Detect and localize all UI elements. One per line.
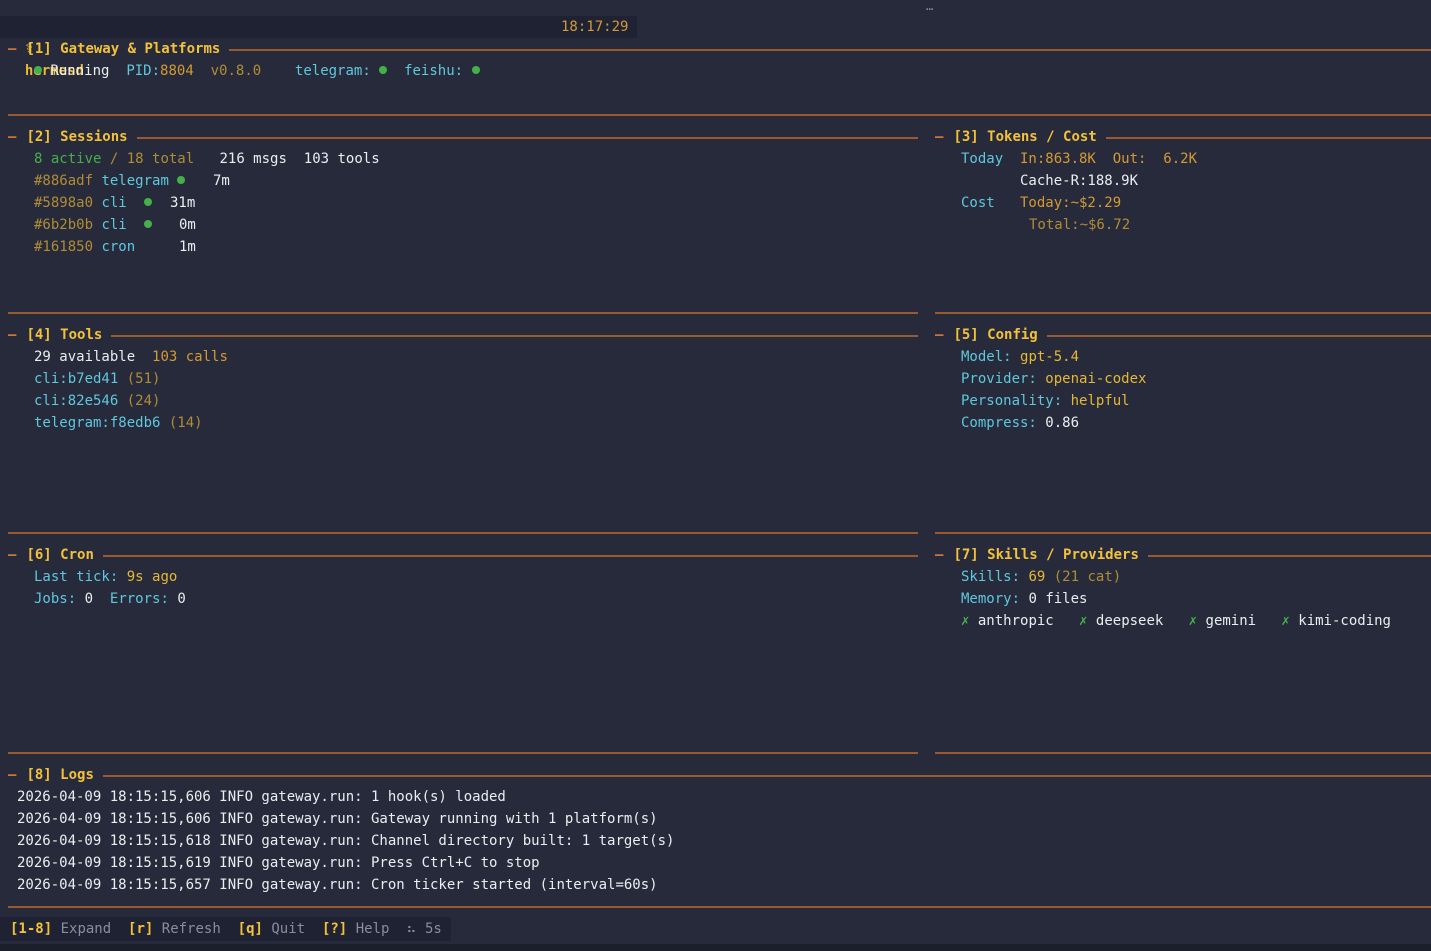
tokens-in-out: In:863.8K Out: 6.2K bbox=[1020, 148, 1197, 170]
session-row[interactable]: #5898a0 cli bbox=[34, 192, 152, 214]
log-line: 2026-04-09 18:15:15,657 INFO gateway.run… bbox=[17, 877, 658, 893]
tools-panel-title: [4] Tools bbox=[26, 327, 103, 343]
quit-shortcut[interactable]: [q] Quit bbox=[238, 921, 305, 937]
sessions-panel-bottom-border bbox=[8, 312, 918, 314]
tools-panel-header[interactable]: – [4] Tools bbox=[8, 324, 918, 346]
provider-kimi-coding: kimi-coding bbox=[1298, 613, 1391, 629]
log-line: 2026-04-09 18:15:15,606 INFO gateway.run… bbox=[17, 811, 658, 827]
sessions-active: 8 active bbox=[34, 151, 102, 167]
tokens-panel-bottom-border bbox=[935, 312, 1431, 314]
sessions-msgs: 216 msgs bbox=[219, 151, 287, 167]
cron-jobs-errors: Jobs: 0 Errors: 0 bbox=[34, 591, 186, 607]
memory-count: Memory: 0 files bbox=[961, 591, 1088, 607]
cost-today: Today:~$2.29 bbox=[1020, 195, 1122, 211]
online-dot-icon bbox=[143, 220, 152, 228]
tokens-out: 6.2K bbox=[1163, 151, 1198, 167]
skills-panel-header[interactable]: – [7] Skills / Providers bbox=[935, 544, 1431, 566]
config-compress: Compress: 0.86 bbox=[961, 415, 1080, 431]
provider-gemini: gemini bbox=[1205, 613, 1257, 629]
session-time: 1m bbox=[179, 239, 196, 255]
refresh-interval: 5s bbox=[424, 921, 442, 937]
footer-keys: [1-8] Expand [r] Refresh [q] Quit [?] He… bbox=[10, 918, 442, 940]
gateway-status-row: Running PID:8804 v0.8.0 telegram: feishu… bbox=[34, 60, 480, 82]
tokens-panel-header[interactable]: – [3] Tokens / Cost bbox=[935, 126, 1431, 148]
sessions-summary: 8 active / 18 total 216 msgs 103 tools bbox=[34, 148, 380, 170]
logs-panel-header[interactable]: – [8] Logs bbox=[8, 764, 1431, 786]
spinner-icon: ⠦ bbox=[406, 921, 417, 937]
cross-icon: ✗ bbox=[1188, 613, 1198, 629]
session-row[interactable]: #6b2b0b cli bbox=[34, 214, 152, 236]
cron-last-tick: Last tick: 9s ago bbox=[34, 569, 178, 585]
more-menu-icon[interactable]: ⋯ bbox=[926, 0, 933, 18]
logs-panel-title: [8] Logs bbox=[26, 767, 94, 783]
tool-item[interactable]: cli:82e546 (24) bbox=[34, 390, 160, 412]
tools-summary: 29 available 103 calls bbox=[34, 346, 228, 368]
log-line: 2026-04-09 18:15:15,619 INFO gateway.run… bbox=[17, 855, 540, 871]
sessions-tools: 103 tools bbox=[303, 151, 380, 167]
config-model: Model: gpt-5.4 bbox=[961, 349, 1080, 365]
log-line: 2026-04-09 18:15:15,618 INFO gateway.run… bbox=[17, 833, 675, 849]
session-row[interactable]: #161850 cron bbox=[34, 236, 135, 258]
tokens-out-label: Out: bbox=[1112, 151, 1147, 167]
tokens-in: In:863.8K bbox=[1020, 151, 1096, 167]
gateway-panel-header[interactable]: – [1] Gateway & Platforms bbox=[8, 38, 1431, 60]
tool-item[interactable]: cli:b7ed41 (51) bbox=[34, 368, 160, 390]
pid-value: 8804 bbox=[160, 63, 194, 79]
provider-deepseek: deepseek bbox=[1095, 613, 1164, 629]
cron-panel-title: [6] Cron bbox=[26, 547, 94, 563]
tools-calls: 103 calls bbox=[152, 349, 228, 365]
platform-feishu: feishu: bbox=[404, 63, 464, 79]
telegram-status-dot-icon bbox=[379, 66, 388, 74]
cron-panel-bottom-border bbox=[8, 752, 918, 754]
skills-count: Skills: 69 (21 cat) bbox=[961, 569, 1122, 585]
session-row[interactable]: #886adf telegram bbox=[34, 170, 186, 192]
clock: 18:17:29 bbox=[561, 19, 629, 35]
platform-telegram: telegram: bbox=[294, 63, 371, 79]
help-shortcut[interactable]: [?] Help bbox=[322, 921, 389, 937]
gateway-panel-bottom-border bbox=[8, 114, 1431, 116]
config-panel-title: [5] Config bbox=[953, 327, 1038, 343]
status-dot-icon bbox=[34, 66, 42, 74]
cross-icon: ✗ bbox=[1281, 613, 1290, 629]
sessions-total: / 18 total bbox=[109, 151, 195, 167]
feishu-status-dot-icon bbox=[471, 66, 480, 74]
bottom-strip bbox=[0, 944, 1431, 951]
tool-item[interactable]: telegram:f8edb6 (14) bbox=[34, 412, 203, 434]
online-dot-icon bbox=[143, 198, 152, 206]
session-time: 0m bbox=[179, 217, 196, 233]
skills-panel-title: [7] Skills / Providers bbox=[953, 547, 1139, 563]
logs-panel-bottom-border bbox=[8, 906, 1431, 908]
pid-label: PID: bbox=[126, 63, 161, 79]
cost-label: Cost bbox=[961, 195, 995, 211]
sessions-panel-title: [2] Sessions bbox=[26, 129, 128, 145]
config-panel-bottom-border bbox=[935, 532, 1431, 534]
gateway-version: v0.8.0 bbox=[210, 63, 262, 79]
today-label: Today bbox=[961, 151, 1004, 167]
tools-available: 29 available bbox=[34, 349, 136, 365]
expand-shortcut[interactable]: [1-8] Expand bbox=[10, 921, 111, 937]
tokens-panel-title: [3] Tokens / Cost bbox=[953, 129, 1097, 145]
config-provider: Provider: openai-codex bbox=[961, 371, 1147, 387]
session-time: 7m bbox=[213, 173, 230, 189]
config-panel-header[interactable]: – [5] Config bbox=[935, 324, 1431, 346]
tools-panel-bottom-border bbox=[8, 532, 918, 534]
cost-total: Total:~$6.72 bbox=[1029, 217, 1131, 233]
session-time: 31m bbox=[170, 195, 196, 211]
refresh-shortcut[interactable]: [r] Refresh bbox=[128, 921, 221, 937]
gateway-panel-title: [1] Gateway & Platforms bbox=[26, 41, 221, 57]
online-dot-icon bbox=[177, 176, 186, 184]
tokens-cache: Cache-R:188.9K bbox=[1020, 173, 1139, 189]
cross-icon: ✗ bbox=[961, 613, 970, 629]
cross-icon: ✗ bbox=[1079, 613, 1088, 629]
log-line: 2026-04-09 18:15:15,606 INFO gateway.run… bbox=[17, 789, 506, 805]
skills-panel-bottom-border bbox=[935, 752, 1431, 754]
cron-panel-header[interactable]: – [6] Cron bbox=[8, 544, 918, 566]
title-bar bbox=[0, 16, 637, 38]
config-personality: Personality: helpful bbox=[961, 393, 1130, 409]
provider-list: ✗ anthropic ✗ deepseek ✗ gemini ✗ kimi-c… bbox=[961, 610, 1391, 632]
sessions-panel-header[interactable]: – [2] Sessions bbox=[8, 126, 918, 148]
provider-anthropic: anthropic bbox=[977, 613, 1054, 629]
gateway-status: Running bbox=[50, 63, 110, 79]
